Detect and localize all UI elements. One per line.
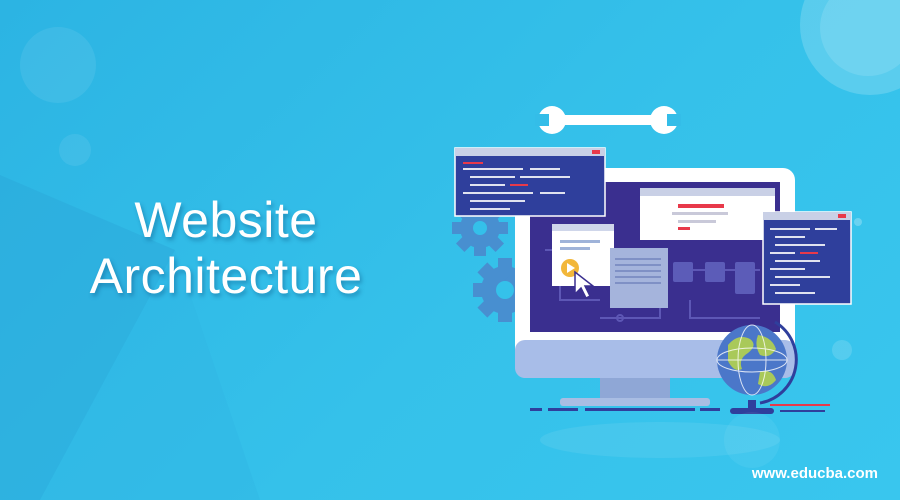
title-line-2: Architecture [89, 248, 363, 304]
code-window-right [762, 211, 852, 305]
site-url-link[interactable]: www.educba.com [752, 465, 878, 482]
video-window [552, 224, 614, 286]
code-window-left [454, 147, 606, 217]
banner-title: Website Architecture [36, 192, 416, 304]
wrench-icon [535, 106, 681, 134]
title-line-1: Website [134, 192, 318, 248]
floor-lines [530, 404, 830, 468]
browser-window [640, 188, 775, 240]
data-window [610, 248, 668, 308]
banner: Website Architecture www.educba.com [0, 0, 900, 500]
